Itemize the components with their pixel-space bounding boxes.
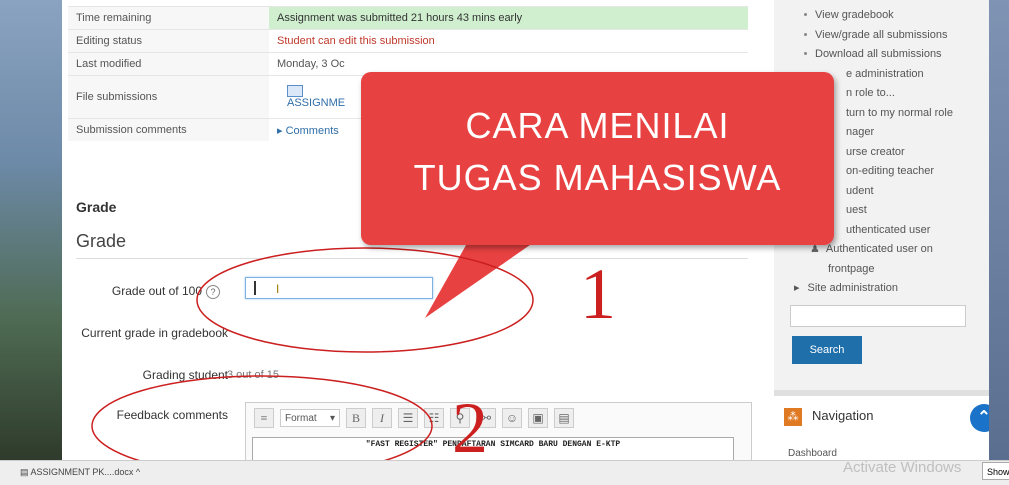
grade-subheading: Grade [76,231,127,251]
desktop-background-left [0,0,62,460]
chevron-right-icon: ▸ [794,282,800,294]
comments-link[interactable]: Comments [286,125,339,137]
sidebar-item[interactable]: ▸ Site administration [786,279,989,299]
row-label: Submission comments [68,118,269,141]
sidebar-item[interactable]: View gradebook [786,6,989,26]
numbered-list-icon[interactable]: ☷ [424,408,444,428]
file-icon [287,85,303,97]
bullet-icon [804,52,807,55]
annotation-number-1: 1 [580,254,616,334]
media-icon[interactable]: ▤ [554,408,574,428]
chevron-up-icon: ^ [133,467,141,477]
bold-button[interactable]: B [346,408,366,428]
row-label: Last modified [68,52,269,76]
mouse-cursor-icon: I [276,282,280,296]
feedback-editor: ≡ Format ▾ B I ☰ ☷ ⚲ ⚯ ☺ ▣ ▤ "FAST REGIST… [245,402,752,460]
bullet-icon [804,32,807,36]
file-link[interactable]: ASSIGNME [287,97,345,109]
navigation-icon: ⁂ [784,408,802,426]
help-icon[interactable]: ? [206,284,220,299]
navigation-block: ⁂ Navigation ⌃ Dashboard [774,390,989,460]
bubble-title: CARA MENILAI TUGAS MAHASISWA [361,100,834,204]
grade-input[interactable]: I [245,277,433,299]
chevron-right-icon[interactable]: ▸ [277,125,286,137]
chevron-up-icon[interactable]: ⌃ [970,404,989,432]
sidebar-item[interactable]: View/grade all submissions [786,26,989,46]
title-speech-bubble: CARA MENILAI TUGAS MAHASISWA [361,72,834,245]
activate-windows-watermark: Activate Windows [843,459,962,476]
search-button[interactable]: Search [792,336,862,364]
grade-label-text: Grade out of 100 [111,284,202,298]
current-grade-label: Current grade in gradebook [81,326,228,340]
desktop-background-right [989,0,1009,460]
grading-student-value: 3 out of 15 [227,369,279,381]
format-label: Format [285,412,317,424]
bubble-line-1: CARA MENILAI [465,105,730,146]
chevron-down-icon: ▾ [329,412,335,424]
row-label: Time remaining [68,6,269,30]
taskbar-download-item[interactable]: ▤ ASSIGNMENT PK....docx ^ [20,467,140,478]
grade-section-heading: Grade [76,199,117,215]
emoticon-icon[interactable]: ☺ [502,408,522,428]
row-label: File submissions [68,75,269,119]
grade-field-label: Grade out of 100? [62,284,220,299]
sidebar-item[interactable]: frontpage [786,260,989,280]
editing-status-value: Student can edit this submission [269,29,748,53]
editor-toolbar: ≡ Format ▾ B I ☰ ☷ ⚲ ⚯ ☺ ▣ ▤ [246,403,751,433]
divider [76,258,748,259]
time-remaining-value: Assignment was submitted 21 hours 43 min… [269,6,748,30]
sidebar-item[interactable]: Download all submissions [786,45,989,65]
table-row: Editing status Student can edit this sub… [68,29,748,53]
bubble-line-2: TUGAS MAHASISWA [413,157,782,198]
grading-student-label: Grading student [142,368,228,382]
toolbar-toggle-icon[interactable]: ≡ [254,408,274,428]
annotation-number-2: 2 [452,388,488,468]
table-row: Time remaining Assignment was submitted … [68,6,748,30]
navigation-title: Navigation [812,408,874,423]
document-icon: ▤ [20,467,31,477]
format-select[interactable]: Format ▾ [280,409,340,427]
bullet-list-icon[interactable]: ☰ [398,408,418,428]
feedback-label: Feedback comments [116,408,228,422]
show-all-button[interactable]: Show [982,462,1009,480]
text-caret [254,281,256,295]
image-icon[interactable]: ▣ [528,408,548,428]
bullet-icon [804,13,807,16]
dashboard-link[interactable]: Dashboard [788,448,837,459]
editor-content[interactable]: "FAST REGISTER" PENDAFTARAN SIMCARD BARU… [252,437,734,460]
row-label: Editing status [68,29,269,53]
sidebar-search-input[interactable] [790,305,966,327]
italic-button[interactable]: I [372,408,392,428]
